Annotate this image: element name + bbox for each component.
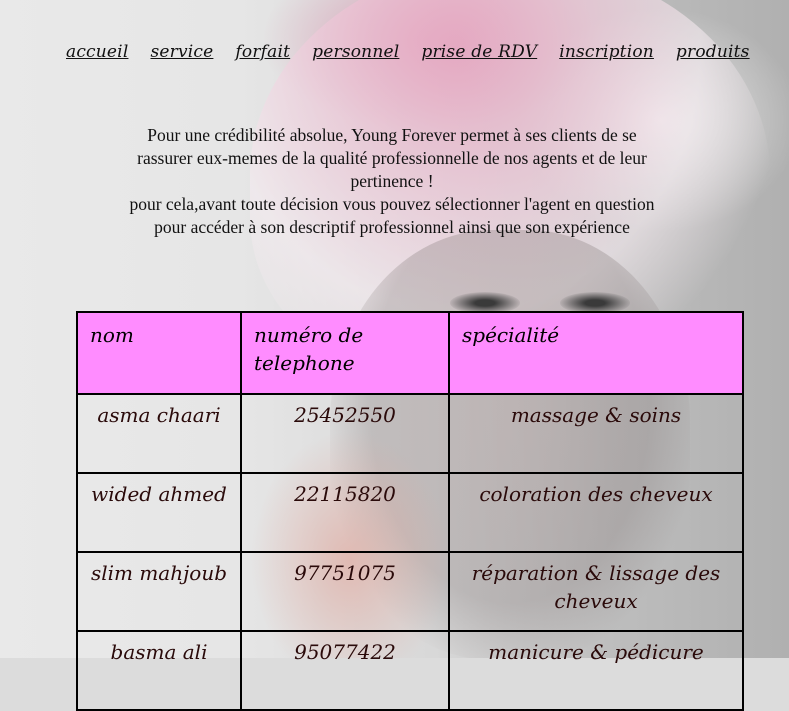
cell-specialite: coloration des cheveux [448,472,744,553]
cell-specialite: massage & soins [448,393,744,474]
table-row[interactable]: basma ali 95077422 manicure & pédicure [76,630,744,711]
header-nom: nom [76,311,242,395]
cell-specialite: manicure & pédicure [448,630,744,711]
cell-specialite: réparation & lissage des cheveux [448,551,744,632]
cell-nom[interactable]: wided ahmed [76,472,242,553]
cell-nom[interactable]: basma ali [76,630,242,711]
cell-telephone: 97751075 [240,551,450,632]
table-row[interactable]: asma chaari 25452550 massage & soins [76,393,744,474]
main-nav: accueil service forfait personnel prise … [66,42,756,62]
nav-inscription[interactable]: inscription [559,42,654,62]
intro-paragraph-2: pour cela,avant toute décision vous pouv… [129,194,655,237]
intro-text: Pour une crédibilité absolue, Young Fore… [120,124,664,239]
nav-prise-de-rdv[interactable]: prise de RDV [421,42,537,62]
cell-telephone: 25452550 [240,393,450,474]
table-header-row: nom numéro de telephone spécialité [76,311,744,395]
table-row[interactable]: slim mahjoub 97751075 réparation & lissa… [76,551,744,632]
cell-telephone: 22115820 [240,472,450,553]
cell-nom[interactable]: slim mahjoub [76,551,242,632]
cell-telephone: 95077422 [240,630,450,711]
header-telephone: numéro de telephone [240,311,450,395]
intro-paragraph-1: Pour une crédibilité absolue, Young Fore… [137,125,647,191]
agents-table: nom numéro de telephone spécialité asma … [76,311,744,711]
nav-personnel[interactable]: personnel [312,42,399,62]
cell-nom[interactable]: asma chaari [76,393,242,474]
nav-accueil[interactable]: accueil [66,42,128,62]
nav-service[interactable]: service [150,42,213,62]
header-specialite: spécialité [448,311,744,395]
nav-produits[interactable]: produits [676,42,750,62]
table-row[interactable]: wided ahmed 22115820 coloration des chev… [76,472,744,553]
nav-forfait[interactable]: forfait [235,42,290,62]
